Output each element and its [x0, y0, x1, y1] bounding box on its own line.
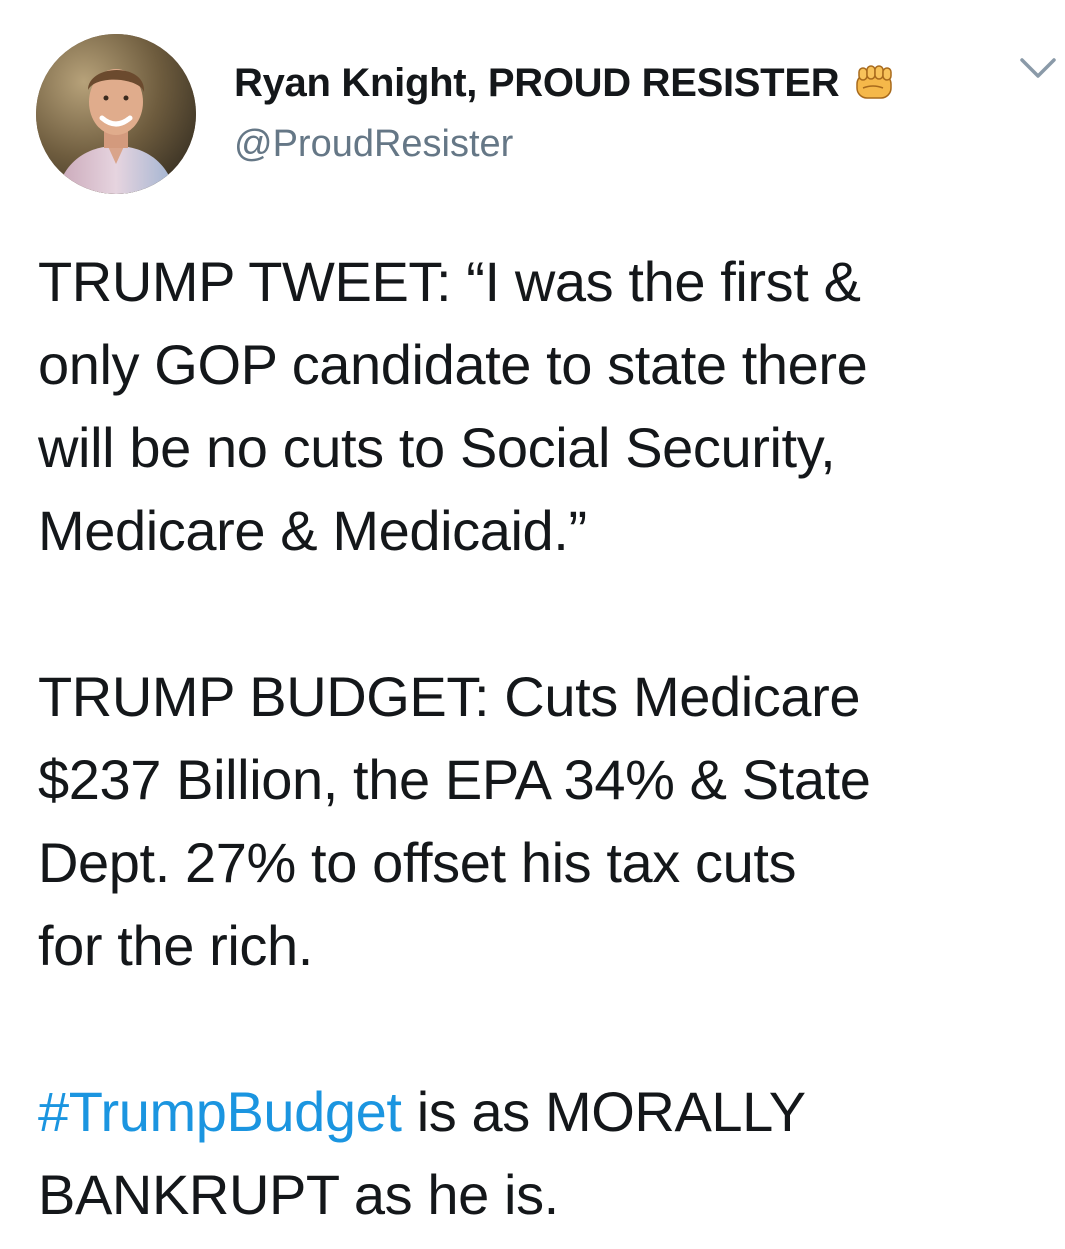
tweet-paragraph-budget: TRUMP BUDGET: Cuts Medicare $237 Billion… [38, 655, 1038, 987]
text-line: for the rich. [38, 914, 313, 977]
avatar[interactable] [36, 34, 196, 194]
chevron-down-icon[interactable] [1018, 56, 1058, 82]
user-info: Ryan Knight, PROUD RESISTER @ProudResist… [234, 58, 954, 168]
text-line: will be no cuts to Social Security, [38, 416, 836, 479]
text-line: is as MORALLY [401, 1080, 806, 1143]
display-name-row[interactable]: Ryan Knight, PROUD RESISTER [234, 58, 954, 108]
avatar-image [36, 34, 196, 194]
text-line: $237 Billion, the EPA 34% & State [38, 748, 871, 811]
tweet-card: Ryan Knight, PROUD RESISTER @ProudResist… [0, 0, 1065, 1249]
fist-icon [853, 64, 895, 102]
display-name[interactable]: Ryan Knight, PROUD RESISTER [234, 58, 840, 108]
tweet-text: TRUMP TWEET: “I was the first & only GOP… [38, 240, 1038, 1236]
user-handle[interactable]: @ProudResister [234, 120, 954, 168]
hashtag-link[interactable]: #TrumpBudget [38, 1080, 402, 1143]
text-line: BANKRUPT as he is. [38, 1163, 559, 1226]
text-line: TRUMP TWEET: “I was the first & [38, 250, 861, 313]
text-line: only GOP candidate to state there [38, 333, 868, 396]
text-line: TRUMP BUDGET: Cuts Medicare [38, 665, 861, 728]
text-line: Medicare & Medicaid.” [38, 499, 587, 562]
tweet-paragraph-conclusion: #TrumpBudget is as MORALLY BANKRUPT as h… [38, 1070, 1038, 1236]
tweet-paragraph-quote: TRUMP TWEET: “I was the first & only GOP… [38, 240, 1038, 572]
text-line: Dept. 27% to offset his tax cuts [38, 831, 797, 894]
tweet-header: Ryan Knight, PROUD RESISTER @ProudResist… [36, 34, 1056, 194]
